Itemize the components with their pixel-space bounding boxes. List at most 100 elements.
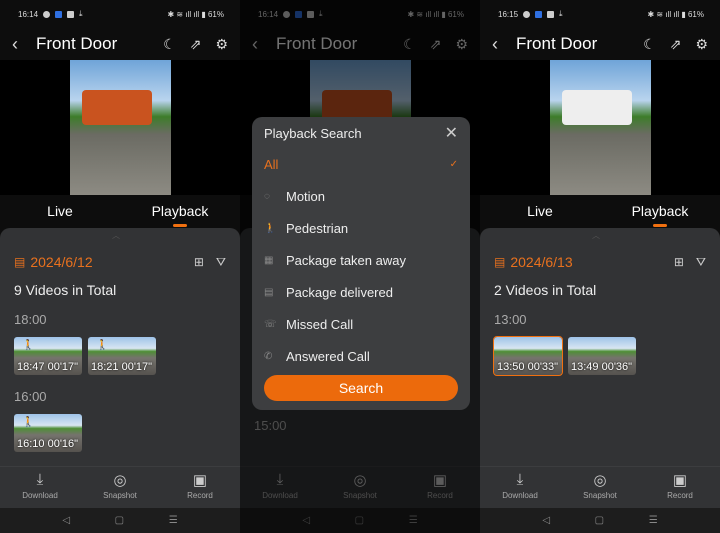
tab-live[interactable]: Live [480, 195, 600, 228]
chat-icon [43, 10, 51, 18]
download-icon: ⤓ [79, 9, 83, 18]
missed-call-icon: ☏ [264, 318, 277, 330]
view-tabs: LivePlayback [480, 195, 720, 228]
signal-icons: ✱ ≋ ıll ıll ▮ [647, 9, 688, 19]
camera-video-preview[interactable] [0, 60, 240, 195]
video-clip-thumbnail[interactable]: 13:49 00'36" [568, 337, 636, 375]
snapshot-icon: ◎ [593, 472, 607, 489]
calendar-icon[interactable]: ▤ [14, 255, 25, 269]
filter-icon[interactable]: ⛛ [696, 255, 706, 270]
page-title: Front Door [516, 34, 598, 53]
filter-icon[interactable]: ⛛ [216, 255, 226, 270]
nav-back-icon[interactable]: ◁ [62, 515, 70, 526]
view-tabs: LivePlayback [0, 195, 240, 228]
snapshot-label: Snapshot [583, 491, 617, 500]
camera-image [70, 60, 171, 195]
grid-view-icon[interactable]: ⊞ [674, 255, 684, 270]
filter-option-motion[interactable]: ◌ Motion [264, 180, 458, 212]
option-label: Pedestrian [286, 220, 349, 236]
record-label: Record [187, 491, 213, 500]
date-selector[interactable]: 2024/6/13 [510, 254, 572, 270]
signal-icons: ✱ ≋ ıll ıll ▮ [167, 9, 208, 19]
system-nav-bar: ◁ ▢ ☰ [480, 508, 720, 533]
share-icon[interactable]: ⇗ [190, 36, 202, 53]
gear-icon[interactable]: ⚙ [695, 36, 708, 53]
filter-option-all[interactable]: All ✓ [264, 148, 458, 180]
drag-handle[interactable]: ︿ [592, 230, 600, 241]
record-icon: ▣ [672, 472, 688, 489]
back-icon[interactable]: ‹ [12, 34, 36, 55]
snapshot-icon: ◎ [113, 472, 127, 489]
clip-row: 🚶 18:47 00'17" 🚶 18:21 00'17" [14, 337, 226, 375]
hour-group-label: 16:00 [14, 389, 47, 404]
battery-level: 61% [207, 9, 224, 19]
download-icon: ⤓ [516, 471, 524, 488]
drag-handle[interactable]: ︿ [112, 230, 120, 241]
snapshot-button[interactable]: ◎ Snapshot [560, 467, 640, 508]
filter-option-missed-call[interactable]: ☏ Missed Call [264, 308, 458, 340]
video-clip-thumbnail[interactable]: 🚶 18:47 00'17" [14, 337, 82, 375]
download-label: Download [22, 491, 58, 500]
record-button[interactable]: ▣ Record [160, 467, 240, 508]
dialog-title: Playback Search [264, 125, 362, 141]
record-label: Record [667, 491, 693, 500]
tab-playback[interactable]: Playback [600, 195, 720, 228]
filter-option-package-taken-away[interactable]: ▦ Package taken away [264, 244, 458, 276]
share-icon[interactable]: ⇗ [670, 36, 682, 53]
playback-panel: ︿ ▤ 2024/6/12 ⊞ ⛛ 9 Videos in Total 18:00 🚶 18… [0, 228, 240, 481]
clip-time-duration: 18:47 00'17" [17, 361, 79, 373]
tab-playback[interactable]: Playback [120, 195, 240, 228]
video-clip-thumbnail[interactable]: 🚶 16:10 00'16" [14, 414, 82, 452]
download-button[interactable]: ⤓ Download [0, 467, 80, 508]
back-icon[interactable]: ‹ [492, 34, 516, 55]
package-delivered-icon: ▤ [264, 286, 274, 298]
tab-live[interactable]: Live [0, 195, 120, 228]
clip-time-duration: 13:49 00'36" [571, 361, 633, 373]
nav-home-icon[interactable]: ▢ [595, 515, 604, 526]
hour-group-label: 18:00 [14, 312, 47, 327]
nav-back-icon[interactable]: ◁ [542, 515, 550, 526]
record-button[interactable]: ▣ Record [640, 467, 720, 508]
nav-home-icon[interactable]: ▢ [115, 515, 124, 526]
sleep-mode-icon[interactable]: ☾ [163, 36, 176, 53]
camera-image [550, 60, 651, 195]
status-bar: 16:15 ⤓ ✱ ≋ ıll ıll ▮ 61% [480, 0, 720, 28]
download-label: Download [502, 491, 538, 500]
clip-time-duration: 18:21 00'17" [91, 361, 153, 373]
date-selector[interactable]: 2024/6/12 [30, 254, 92, 270]
page-title: Front Door [36, 34, 118, 53]
search-button[interactable]: Search [264, 375, 458, 401]
battery-level: 61% [687, 9, 704, 19]
nav-recents-icon[interactable]: ☰ [649, 515, 658, 526]
filter-option-pedestrian[interactable]: 🚶 Pedestrian [264, 212, 458, 244]
package-taken-icon: ▦ [264, 254, 274, 266]
filter-option-answered-call[interactable]: ✆ Answered Call [264, 340, 458, 372]
status-time: 16:15 [498, 9, 519, 19]
app-header: ‹Front Door ☾ ⇗ ⚙ [0, 28, 240, 60]
snapshot-button[interactable]: ◎ Snapshot [80, 467, 160, 508]
clip-time-duration: 16:10 00'16" [17, 438, 79, 450]
download-button[interactable]: ⤓ Download [480, 467, 560, 508]
camera-video-preview[interactable] [480, 60, 720, 195]
record-icon: ▣ [192, 472, 208, 489]
close-icon[interactable]: ✕ [445, 123, 458, 143]
video-clip-thumbnail[interactable]: 13:50 00'33" [493, 336, 563, 376]
filter-option-package-delivered[interactable]: ▤ Package delivered [264, 276, 458, 308]
clip-row: 🚶 16:10 00'16" [14, 414, 226, 452]
video-clip-thumbnail[interactable]: 🚶 18:21 00'17" [88, 337, 156, 375]
video-count: 2 Videos in Total [494, 282, 597, 298]
app-icon [55, 10, 63, 18]
pedestrian-icon: 🚶 [22, 340, 35, 351]
app-icon [547, 10, 555, 18]
sleep-mode-icon[interactable]: ☾ [643, 36, 656, 53]
playback-search-dialog: Playback Search ✕ All ✓ ◌ Motion 🚶 Pedestrian ▦ P… [252, 117, 470, 410]
grid-view-icon[interactable]: ⊞ [194, 255, 204, 270]
nav-recents-icon[interactable]: ☰ [169, 515, 178, 526]
playback-panel: ︿ ▤ 2024/6/13 ⊞ ⛛ 2 Videos in Total 13:00 13:… [480, 228, 720, 466]
pedestrian-icon: 🚶 [22, 417, 35, 428]
status-time: 16:14 [18, 9, 39, 19]
pedestrian-icon: 🚶 [264, 222, 277, 234]
bottom-toolbar: ⤓ Download ◎ Snapshot ▣ Record [0, 466, 240, 508]
gear-icon[interactable]: ⚙ [215, 36, 228, 53]
calendar-icon[interactable]: ▤ [494, 255, 505, 269]
